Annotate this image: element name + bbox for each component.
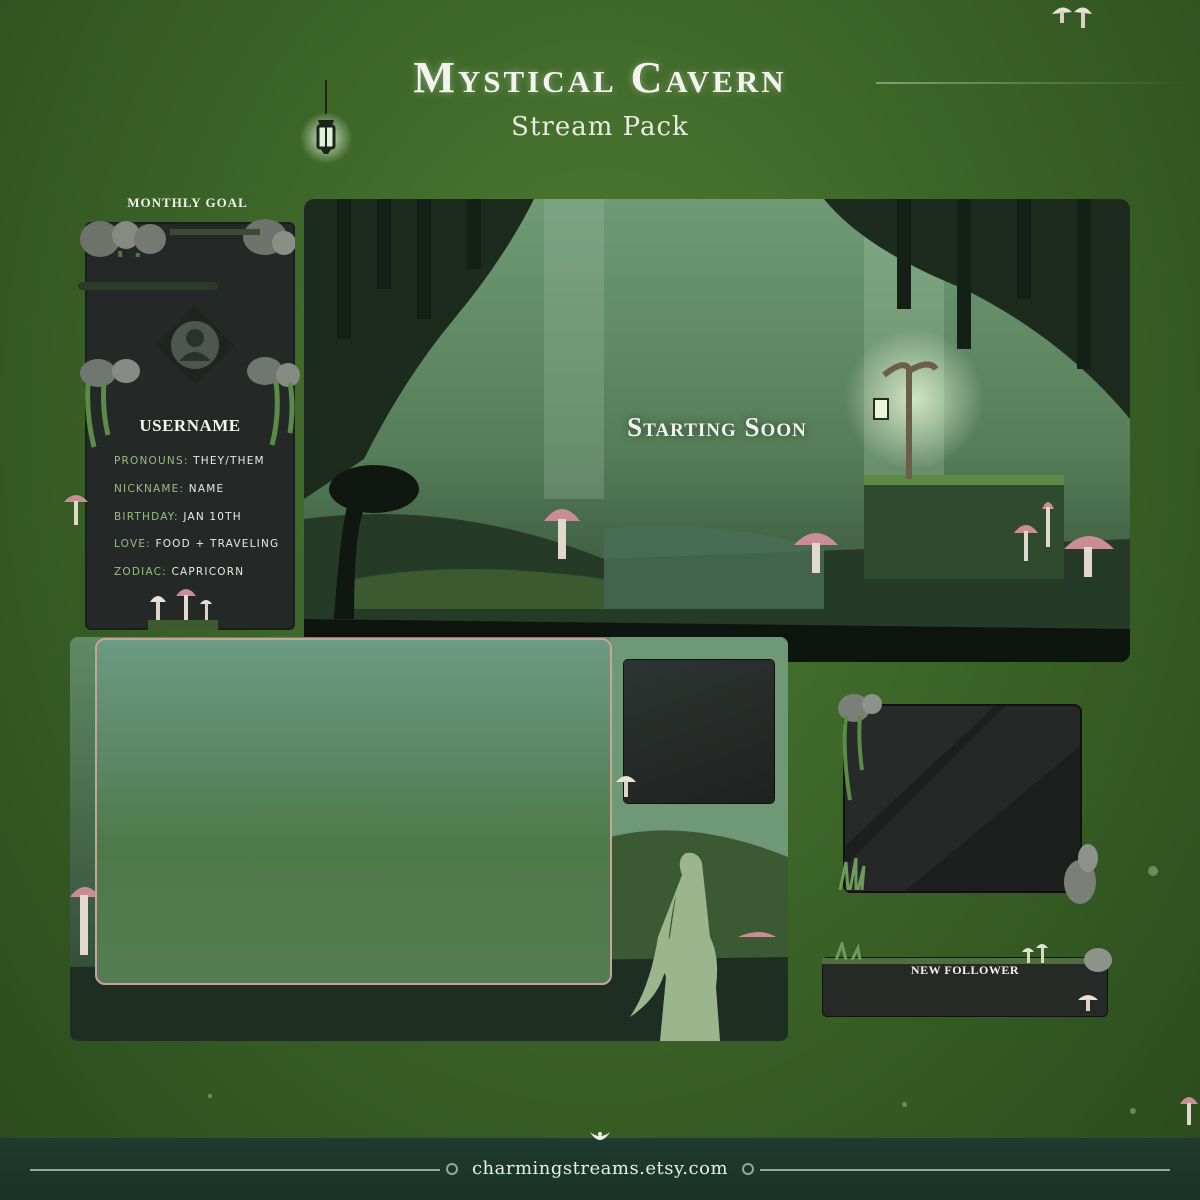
- avatar: [155, 305, 235, 385]
- mushroom-icon: [1180, 1097, 1198, 1125]
- info-row-nickname: NICKNAME: NAME: [114, 483, 294, 495]
- info-row-love: LOVE: FOOD + TRAVELING: [114, 538, 294, 550]
- new-follower-label: NEW FOLLOWER: [910, 963, 1020, 977]
- mushroom-icon: [1052, 7, 1092, 28]
- crescent-moon-icon: [590, 1132, 610, 1140]
- info-row-zodiac: ZODIAC: CAPRICORN: [114, 566, 294, 578]
- ambient-orb: [1130, 1108, 1136, 1114]
- grass-decoration: [838, 858, 866, 890]
- camera-slot: [624, 660, 774, 803]
- info-key: BIRTHDAY:: [114, 511, 179, 523]
- info-value: CAPRICORN: [171, 566, 245, 578]
- ambient-orb: [1148, 866, 1158, 876]
- page-subtitle: Stream Pack: [511, 112, 689, 142]
- info-value: NAME: [188, 483, 225, 495]
- info-value: FOOD + TRAVELING: [155, 538, 280, 550]
- username-label: USERNAME: [139, 416, 241, 435]
- rock-decoration: [80, 219, 295, 257]
- starting-soon-label: Starting Soon: [627, 412, 807, 442]
- page-title: Mystical Cavern: [413, 53, 787, 102]
- rock-decoration: [1064, 844, 1098, 904]
- monthly-goal-label: MONTHLY GOAL: [127, 195, 248, 210]
- mushroom-icon: [616, 776, 636, 797]
- info-key: NICKNAME:: [114, 483, 185, 495]
- divider: [876, 82, 1186, 84]
- vine-decoration: [838, 694, 882, 801]
- ambient-orb: [208, 1094, 212, 1098]
- ambient-orb: [902, 1102, 907, 1107]
- info-key: PRONOUNS:: [114, 455, 189, 467]
- mushroom-icon: [1078, 995, 1098, 1011]
- info-row-pronouns: PRONOUNS: THEY/THEM: [114, 455, 294, 467]
- info-row-birthday: BIRTHDAY: JAN 10TH: [114, 511, 294, 523]
- lantern-icon: [300, 80, 352, 164]
- footer-url[interactable]: charmingstreams.etsy.com: [0, 1158, 1200, 1179]
- goal-progress-bar: [78, 282, 218, 290]
- info-value: JAN 10TH: [183, 511, 242, 523]
- info-key: LOVE:: [114, 538, 151, 550]
- game-capture-frame: [95, 638, 612, 985]
- mushroom-icon: [148, 589, 218, 630]
- mushroom-icon: [64, 495, 88, 525]
- info-key: ZODIAC:: [114, 566, 167, 578]
- info-value: THEY/THEM: [193, 455, 265, 467]
